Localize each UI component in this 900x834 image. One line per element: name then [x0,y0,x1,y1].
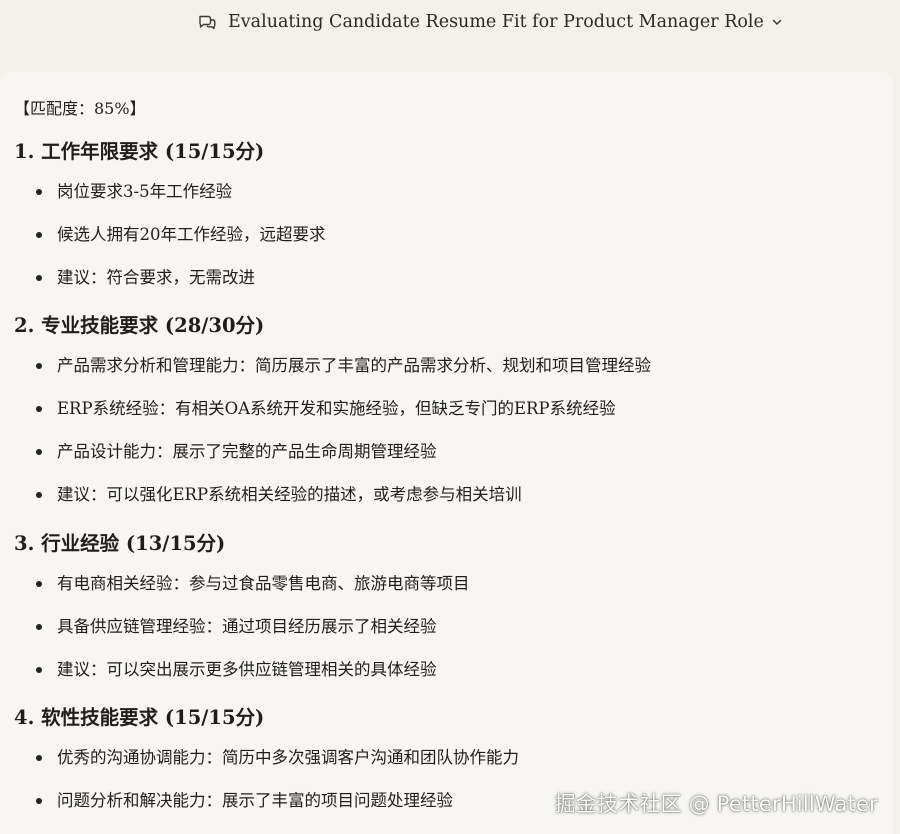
list-item-text: 建议：可以强化ERP系统相关经验的描述，或考虑参与相关培训 [57,485,522,504]
bullet-dot-icon [36,275,42,281]
conversation-title-button[interactable]: Evaluating Candidate Resume Fit for Prod… [196,8,784,36]
chevron-down-icon[interactable] [770,15,784,29]
chat-bubbles-icon [196,11,218,33]
bullet-dot-icon [36,363,42,369]
list-item: 优秀的沟通协调能力：简历中多次强调客户沟通和团队协作能力 [14,747,884,790]
section-title: 4. 软性技能要求 (15/15分) [14,706,265,729]
list-item: ERP系统经验：有相关OA系统开发和实施经验，但缺乏专门的ERP系统经验 [14,398,884,441]
bullet-dot-icon [36,232,42,238]
header: Evaluating Candidate Resume Fit for Prod… [0,0,900,64]
list-item: 建议：可以突出展示更多供应链管理相关的具体经验 [14,659,884,702]
watermark: 掘金技术社区 @ PetterHillWater [554,792,878,816]
bullet-dot-icon [36,449,42,455]
list-item: 建议：可以强化ERP系统相关经验的描述，或考虑参与相关培训 [14,484,884,527]
bullet-dot-icon [36,492,42,498]
bullet-dot-icon [36,755,42,761]
list-item: 产品设计能力：展示了完整的产品生命周期管理经验 [14,441,884,484]
list-item-text: ERP系统经验：有相关OA系统开发和实施经验，但缺乏专门的ERP系统经验 [57,399,616,418]
bullet-dot-icon [36,798,42,804]
bullet-list: 产品需求分析和管理能力：简历展示了丰富的产品需求分析、规划和项目管理经验 ERP… [14,355,884,527]
list-item-text: 岗位要求3-5年工作经验 [57,182,233,201]
list-item-text: 建议：符合要求，无需改进 [57,268,255,287]
section-title: 2. 专业技能要求 (28/30分) [14,314,265,337]
bullet-dot-icon [36,667,42,673]
list-item: 具备供应链管理经验：通过项目经历展示了相关经验 [14,616,884,659]
bullet-dot-icon [36,624,42,630]
section-industry: 3. 行业经验 (13/15分) 有电商相关经验：参与过食品零售电商、旅游电商等… [14,530,884,702]
bullet-dot-icon [36,189,42,195]
bullet-dot-icon [36,581,42,587]
conversation-title: Evaluating Candidate Resume Fit for Prod… [228,12,764,32]
match-score: 【匹配度：85%】 [14,99,146,118]
list-item-text: 候选人拥有20年工作经验，远超要求 [57,225,326,244]
list-item-text: 问题分析和解决能力：展示了丰富的项目问题处理经验 [57,791,453,810]
list-item: 岗位要求3-5年工作经验 [14,181,884,224]
section-title: 3. 行业经验 (13/15分) [14,532,226,555]
list-item-text: 有电商相关经验：参与过食品零售电商、旅游电商等项目 [57,574,470,593]
list-item: 产品需求分析和管理能力：简历展示了丰富的产品需求分析、规划和项目管理经验 [14,355,884,398]
bullet-dot-icon [36,406,42,412]
list-item: 有电商相关经验：参与过食品零售电商、旅游电商等项目 [14,573,884,616]
list-item-text: 建议：可以突出展示更多供应链管理相关的具体经验 [57,660,437,679]
section-work-years: 1. 工作年限要求 (15/15分) 岗位要求3-5年工作经验 候选人拥有20年… [14,138,884,310]
bullet-list: 有电商相关经验：参与过食品零售电商、旅游电商等项目 具备供应链管理经验：通过项目… [14,573,884,702]
list-item-text: 具备供应链管理经验：通过项目经历展示了相关经验 [57,617,437,636]
list-item-text: 优秀的沟通协调能力：简历中多次强调客户沟通和团队协作能力 [57,748,519,767]
list-item-text: 产品设计能力：展示了完整的产品生命周期管理经验 [57,442,437,461]
list-item: 候选人拥有20年工作经验，远超要求 [14,224,884,267]
section-skills: 2. 专业技能要求 (28/30分) 产品需求分析和管理能力：简历展示了丰富的产… [14,312,884,527]
section-title: 1. 工作年限要求 (15/15分) [14,140,265,163]
list-item-text: 产品需求分析和管理能力：简历展示了丰富的产品需求分析、规划和项目管理经验 [57,356,651,375]
page: Evaluating Candidate Resume Fit for Prod… [0,0,900,834]
bullet-list: 岗位要求3-5年工作经验 候选人拥有20年工作经验，远超要求 建议：符合要求，无… [14,181,884,310]
list-item: 建议：符合要求，无需改进 [14,267,884,310]
message-content: 【匹配度：85%】 1. 工作年限要求 (15/15分) 岗位要求3-5年工作经… [0,72,893,834]
